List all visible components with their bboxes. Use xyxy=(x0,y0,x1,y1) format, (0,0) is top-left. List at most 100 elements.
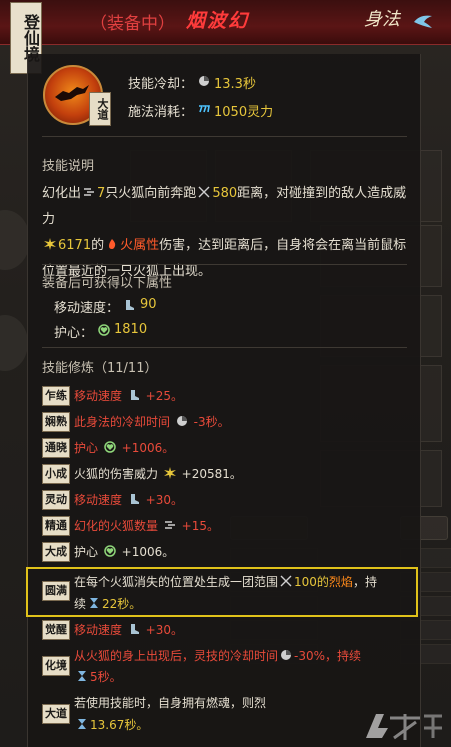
skill-category-label: 身法 xyxy=(364,9,400,30)
training-tier-2: 娴熟 此身法的冷却时间 -3秒。 xyxy=(42,412,402,432)
training-tier-huajing: 化境 xyxy=(42,656,72,676)
tier-effect: 幻化的火狐数量 +15。 xyxy=(74,517,219,534)
tier-tag: 通晓 xyxy=(42,438,70,458)
hourglass-icon xyxy=(78,719,86,729)
tier-duration-value: 22秒。 xyxy=(102,597,142,611)
cooldown-label: 技能冷却： xyxy=(128,77,194,92)
heart-guard-icon xyxy=(104,545,116,557)
tier-effect-value: -30%，持续 xyxy=(294,649,362,663)
tier-effect: 移动速度 +30。 xyxy=(74,621,183,638)
huajing-effect-line2: 5秒。 xyxy=(74,668,122,685)
spirit-energy-icon xyxy=(199,105,210,113)
tier-attr: 移动速度 xyxy=(74,623,123,637)
divider xyxy=(42,347,407,348)
distance-value: 580 xyxy=(212,186,238,201)
huajing-effect-line1: 从火狐的身上出现后，灵技的冷却时间 -30%，持续 xyxy=(74,647,361,664)
tier-effect: 火狐的伤害威力 +20581。 xyxy=(74,465,242,482)
training-tier-3: 通晓 护心 +1006。 xyxy=(42,438,402,458)
tier-bonus: +15。 xyxy=(181,519,219,533)
tier-bonus: +25。 xyxy=(145,389,183,403)
site-watermark-logo xyxy=(366,714,442,740)
blue-bird-icon xyxy=(414,15,432,28)
heart-guard-icon xyxy=(98,324,110,336)
equip-bonus-title: 装备后可获得以下属性 xyxy=(42,276,173,291)
tier-attr: 幻化的火狐数量 xyxy=(74,519,159,533)
skill-tier-badge: 大道 xyxy=(89,92,111,126)
training-tier-5: 灵动 移动速度 +30。 xyxy=(42,490,402,510)
tier-bonus: +20581。 xyxy=(181,467,242,481)
clock-icon xyxy=(176,416,187,426)
training-tier-7: 大成 护心 +1006。 xyxy=(42,542,402,562)
description-title: 技能说明 xyxy=(42,159,95,174)
tier-attr: 护心 xyxy=(74,545,99,559)
boot-icon xyxy=(130,494,139,504)
tier-bonus: +30。 xyxy=(145,623,183,637)
desc-text: 只火狐向前奔跑 xyxy=(105,186,197,201)
tier-tag: 精通 xyxy=(42,516,70,536)
boot-icon xyxy=(130,390,139,400)
move-speed-label: 移动速度： xyxy=(54,301,120,316)
tier-tag: 乍练 xyxy=(42,386,70,406)
dadao-effect-line1: 若使用技能时，自身拥有燃魂，则烈 xyxy=(74,694,266,711)
cost-label: 施法消耗： xyxy=(128,105,194,120)
tier-tag: 娴熟 xyxy=(42,412,70,432)
hourglass-icon xyxy=(78,671,86,681)
tier-bonus: -3秒。 xyxy=(193,415,230,429)
heart-guard-icon xyxy=(104,441,116,453)
training-tier-1: 乍练 移动速度 +25。 xyxy=(42,386,402,406)
tier-tag: 大道 xyxy=(42,704,70,724)
tier-attr: 护心 xyxy=(74,441,99,455)
desc-text: 的 xyxy=(91,238,105,253)
tier-effect-text: ，持 xyxy=(352,575,377,589)
range-icon xyxy=(198,186,210,198)
tier-tag: 圆满 xyxy=(42,581,70,601)
tier-effect-text: 从火狐的身上出现后，灵技的冷却时间 xyxy=(74,649,279,663)
training-tier-dadao: 大道 xyxy=(42,704,72,724)
cost-value: 1050灵力 xyxy=(214,105,274,120)
tier-attr: 火狐的伤害威力 xyxy=(74,467,159,481)
tier-flame-label: 烈焰 xyxy=(328,575,353,589)
power-burst-icon xyxy=(163,467,176,479)
clock-icon xyxy=(199,76,209,86)
cooldown-value: 13.3秒 xyxy=(214,77,256,92)
training-tier-6: 精通 幻化的火狐数量 +15。 xyxy=(42,516,402,536)
tier-effect: 移动速度 +30。 xyxy=(74,491,183,508)
tier-attr: 此身法的冷却时间 xyxy=(74,415,171,429)
divider xyxy=(42,264,407,265)
tier-tag: 化境 xyxy=(42,656,70,676)
tier-tag: 小成 xyxy=(42,464,70,484)
tier-tag: 觉醒 xyxy=(42,620,70,640)
hourglass-icon xyxy=(90,598,99,608)
fire-icon xyxy=(109,239,116,249)
divider xyxy=(42,136,407,137)
arrows-icon xyxy=(164,521,175,529)
tier-attr: 移动速度 xyxy=(74,493,123,507)
arrows-icon xyxy=(84,188,95,196)
range-icon xyxy=(280,575,292,587)
tier-duration-value: 5秒。 xyxy=(90,670,122,684)
training-tier-yuanman: 圆满 xyxy=(42,581,72,601)
tier-tag: 灵动 xyxy=(42,490,70,510)
tier-attr: 移动速度 xyxy=(74,389,123,403)
power-burst-icon xyxy=(44,238,56,250)
tier-effect: 护心 +1006。 xyxy=(74,439,174,456)
tier-effect: 此身法的冷却时间 -3秒。 xyxy=(74,413,230,430)
tier-duration-value: 13.67秒。 xyxy=(90,718,149,732)
clock-icon xyxy=(281,650,292,660)
tier-bonus: +30。 xyxy=(145,493,183,507)
tier-tag: 大成 xyxy=(42,542,70,562)
training-title: 技能修炼（11/11） xyxy=(42,361,158,376)
skill-name-title: 烟波幻 xyxy=(186,10,250,32)
training-tier-juexing: 觉醒 移动速度 +30。 xyxy=(42,620,402,640)
tier-bonus: +1006。 xyxy=(121,545,175,559)
skill-description: 幻化出 7只火狐向前奔跑 580距离，对碰撞到的敌人造成威力 6171的 火属性伤害，… xyxy=(42,181,414,285)
training-tier-4: 小成 火狐的伤害威力 +20581。 xyxy=(42,464,402,484)
element-label: 火属性 xyxy=(120,238,160,253)
tier-effect-text: 在每个火狐消失的位置处生成一团范围 xyxy=(74,575,279,589)
equipped-state-label: （装备中） xyxy=(90,14,175,34)
tier-effect: 移动速度 +25。 xyxy=(74,387,183,404)
boot-icon xyxy=(126,300,134,310)
guard-label: 护心： xyxy=(54,326,94,341)
yuanman-effect-line1: 在每个火狐消失的位置处生成一团范围 100的烈焰，持 xyxy=(74,573,377,590)
desc-text: 幻化出 xyxy=(42,186,82,201)
